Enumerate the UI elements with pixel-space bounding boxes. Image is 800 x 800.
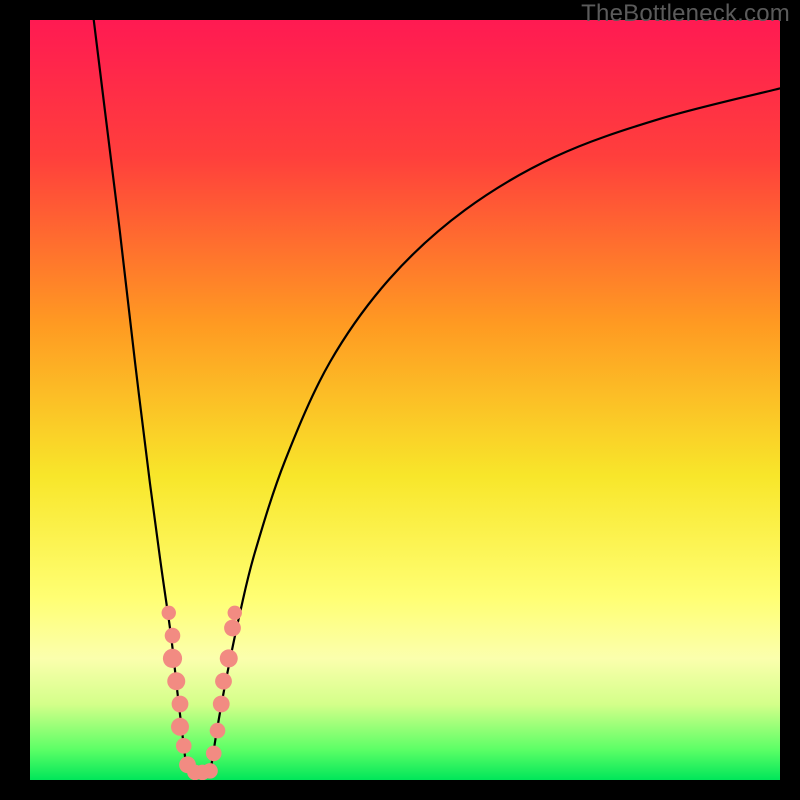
- data-point-marker: [172, 696, 189, 713]
- data-point-marker: [167, 672, 185, 690]
- data-point-marker: [213, 696, 230, 713]
- data-point-marker: [215, 673, 232, 690]
- data-point-marker: [228, 606, 242, 620]
- data-point-marker: [176, 738, 192, 754]
- chart-svg: [30, 20, 780, 780]
- data-point-marker: [162, 606, 176, 620]
- data-point-marker: [206, 746, 222, 762]
- data-point-marker: [163, 649, 182, 668]
- data-point-marker: [210, 723, 226, 739]
- gradient-background: [30, 20, 780, 780]
- data-point-marker: [165, 628, 181, 644]
- data-point-marker: [224, 620, 241, 637]
- watermark-text: TheBottleneck.com: [581, 0, 790, 28]
- data-point-marker: [171, 718, 189, 736]
- data-point-marker: [202, 763, 218, 779]
- plot-area: [30, 20, 780, 780]
- data-point-marker: [220, 649, 238, 667]
- chart-frame: TheBottleneck.com: [0, 0, 800, 800]
